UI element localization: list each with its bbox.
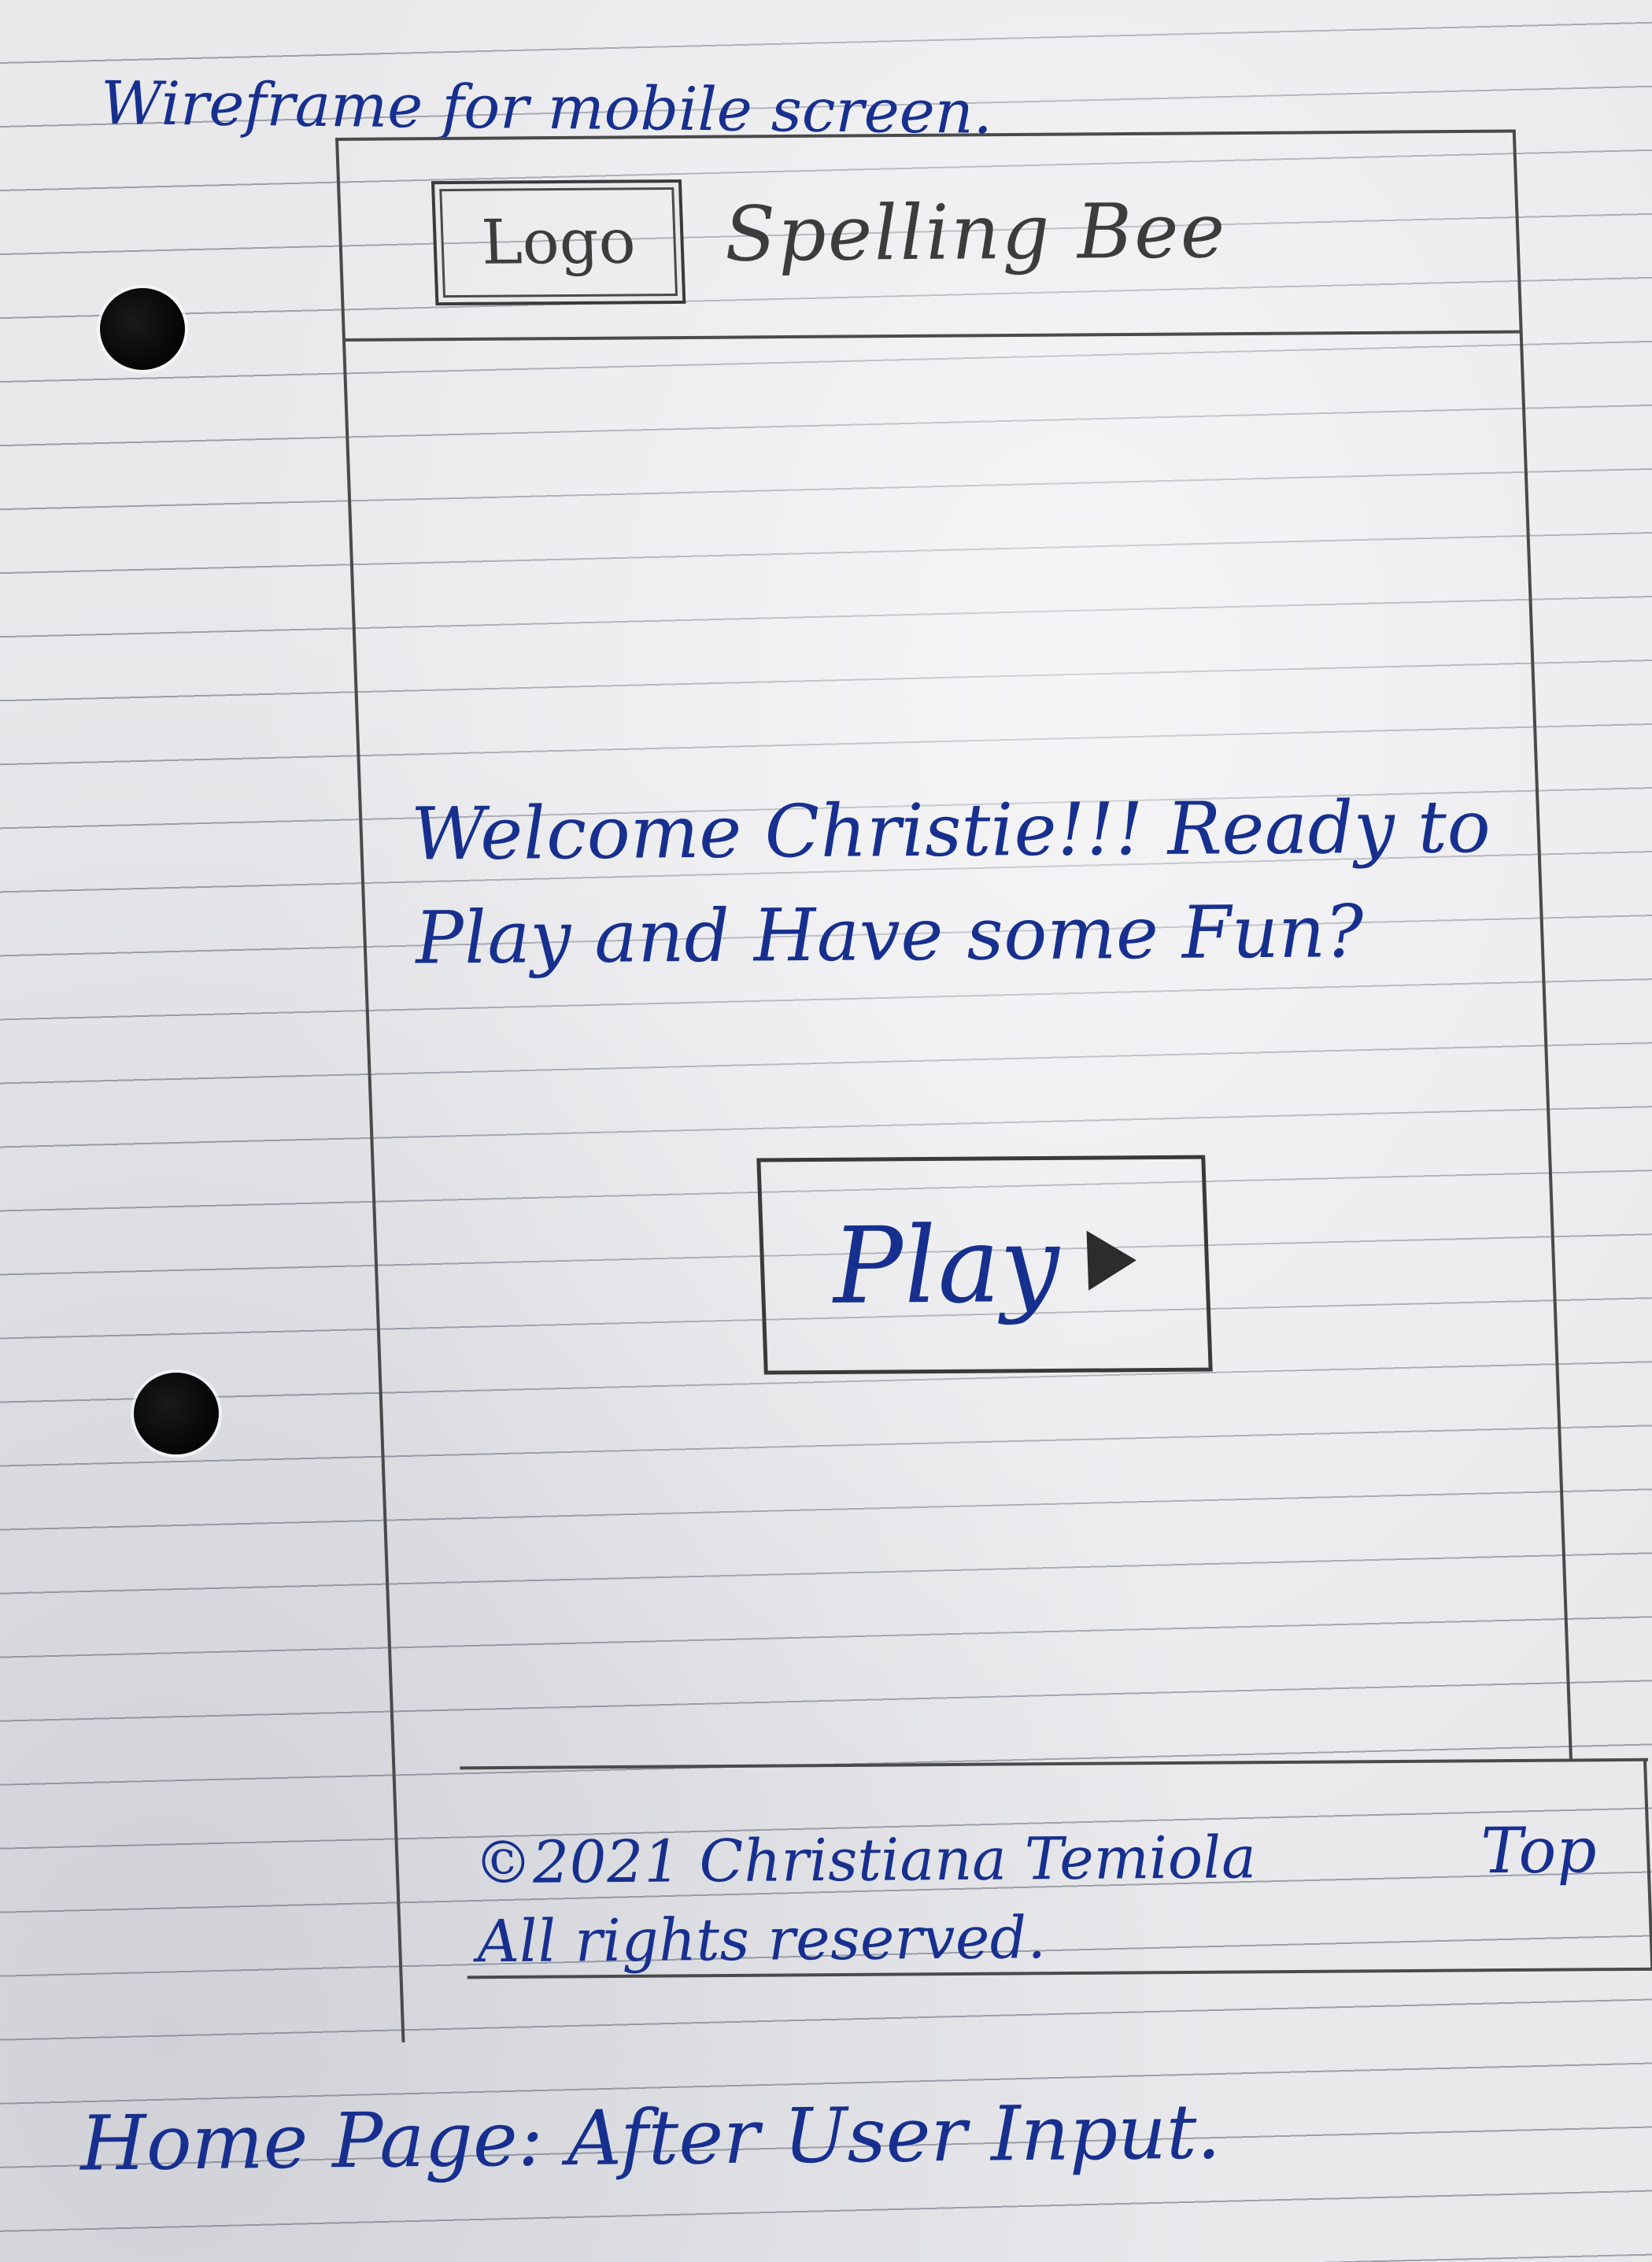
footer-right-edge [1643,1757,1652,1971]
logo-label: Logo [480,206,638,279]
app-title: Spelling Bee [723,187,1229,279]
play-button-label: Play [830,1203,1063,1328]
back-to-top-link[interactable]: Top [1480,1813,1598,1887]
play-triangle-icon [1086,1229,1138,1291]
copyright-text: ©2021 Christiana Temiola [473,1824,1258,1898]
footer-divider [460,1757,1649,1770]
punch-hole-bottom [134,1373,219,1454]
notebook-paper: Wireframe for mobile screen. Logo Spelli… [0,0,1652,2262]
mobile-screen-frame: Logo Spelling Bee Welcome Christie!!! Re… [335,129,1652,2042]
frame-left-edge [335,137,405,2042]
page-caption: Home Page: After User Input. [79,2087,1221,2188]
play-button[interactable]: Play [756,1155,1213,1375]
header-divider [342,330,1523,342]
welcome-message: Welcome Christie!!! Ready to Play and Ha… [410,784,1492,981]
rights-text: All rights reserved. [475,1904,1047,1976]
punch-hole-top [100,288,185,370]
logo-placeholder[interactable]: Logo [431,179,686,306]
